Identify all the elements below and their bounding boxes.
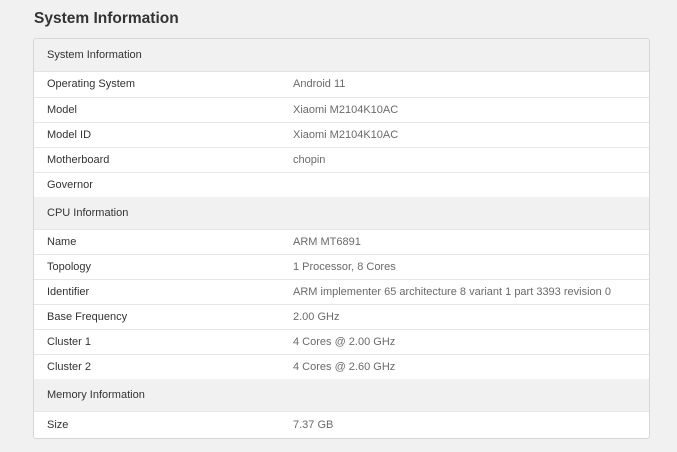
row-value: Android 11	[293, 78, 346, 90]
row-value: 4 Cores @ 2.60 GHz	[293, 361, 396, 373]
row-label: Name	[47, 236, 77, 248]
row-label: Identifier	[47, 286, 90, 298]
row-value: Xiaomi M2104K10AC	[293, 104, 399, 116]
row-label: Size	[47, 419, 69, 431]
row-value: ARM MT6891	[293, 236, 361, 248]
table-row-cluster-2: Cluster 2 4 Cores @ 2.60 GHz	[34, 354, 649, 379]
table-row-governor: Governor	[34, 172, 649, 197]
section-header-memory: Memory Information	[34, 379, 649, 411]
row-label: Operating System	[47, 78, 136, 90]
row-label: Motherboard	[47, 154, 110, 166]
table-row-operating-system: Operating System Android 11	[34, 72, 649, 97]
table-row-name: Name ARM MT6891	[34, 229, 649, 254]
table-row-model: Model Xiaomi M2104K10AC	[34, 97, 649, 122]
page-title: System Information	[34, 10, 179, 27]
table-row-identifier: Identifier ARM implementer 65 architectu…	[34, 279, 649, 304]
row-value: 1 Processor, 8 Cores	[293, 261, 396, 273]
table-row-base-frequency: Base Frequency 2.00 GHz	[34, 304, 649, 329]
row-value: 4 Cores @ 2.00 GHz	[293, 336, 396, 348]
row-label: Cluster 2	[47, 361, 92, 373]
row-label: Model	[47, 104, 77, 116]
table-row-cluster-1: Cluster 1 4 Cores @ 2.00 GHz	[34, 329, 649, 354]
table-row-motherboard: Motherboard chopin	[34, 147, 649, 172]
row-value: 7.37 GB	[293, 419, 334, 431]
row-value: Xiaomi M2104K10AC	[293, 129, 399, 141]
table-row-topology: Topology 1 Processor, 8 Cores	[34, 254, 649, 279]
section-header-system: System Information	[34, 39, 649, 72]
row-value: chopin	[293, 154, 326, 166]
row-label: Cluster 1	[47, 336, 92, 348]
table-row-model-id: Model ID Xiaomi M2104K10AC	[34, 122, 649, 147]
system-info-panel: System Information Operating System Andr…	[33, 38, 650, 439]
row-label: Base Frequency	[47, 311, 128, 323]
table-row-size: Size 7.37 GB	[34, 411, 649, 438]
row-label: Governor	[47, 179, 93, 191]
section-header-cpu: CPU Information	[34, 197, 649, 229]
row-value: 2.00 GHz	[293, 311, 340, 323]
row-value: ARM implementer 65 architecture 8 varian…	[293, 286, 611, 298]
row-label: Model ID	[47, 129, 92, 141]
row-label: Topology	[47, 261, 92, 273]
